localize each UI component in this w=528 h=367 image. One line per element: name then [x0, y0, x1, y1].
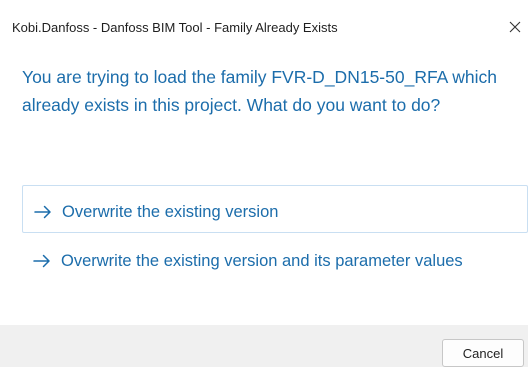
window-title: Kobi.Danfoss - Danfoss BIM Tool - Family…: [12, 20, 338, 35]
main-instruction: You are trying to load the family FVR-D_…: [22, 67, 497, 115]
close-button[interactable]: [502, 10, 528, 44]
command-link-label: Overwrite the existing version: [62, 203, 279, 221]
family-exists-dialog: Kobi.Danfoss - Danfoss BIM Tool - Family…: [0, 0, 528, 367]
arrow-right-icon: [33, 254, 50, 268]
overwrite-version-link[interactable]: Overwrite the existing version: [22, 185, 528, 233]
title-bar: Kobi.Danfoss - Danfoss BIM Tool - Family…: [0, 0, 528, 46]
arrow-right-icon: [34, 205, 51, 219]
close-icon: [509, 21, 521, 33]
overwrite-version-and-parameters-link[interactable]: Overwrite the existing version and its p…: [22, 246, 528, 306]
dialog-content: You are trying to load the family FVR-D_…: [0, 46, 528, 325]
command-link-label: Overwrite the existing version and its p…: [61, 252, 463, 270]
dialog-footer: Cancel: [0, 325, 528, 367]
cancel-button[interactable]: Cancel: [442, 339, 524, 367]
